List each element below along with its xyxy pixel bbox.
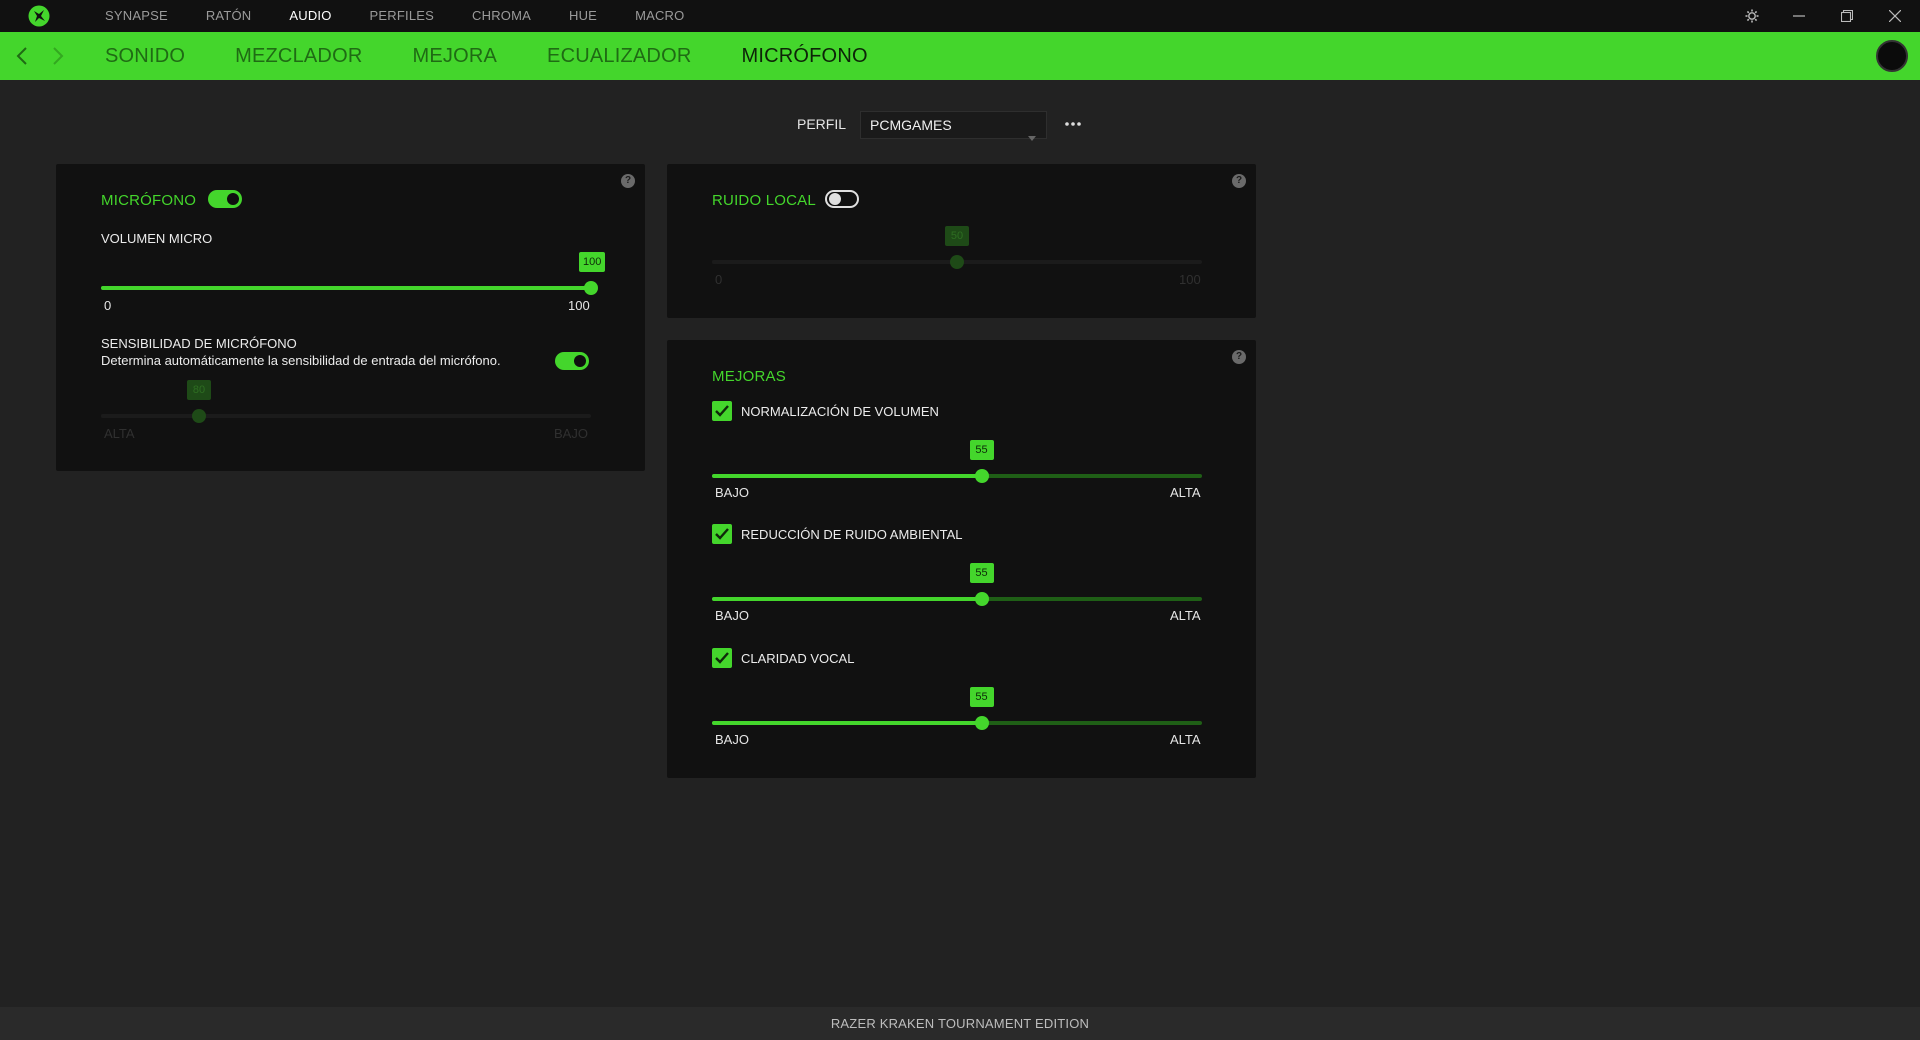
slider-min-label: BAJO (715, 608, 749, 623)
topnav-macro[interactable]: MACRO (616, 0, 703, 32)
enhancements-title: MEJORAS (712, 368, 786, 385)
profile-dropdown[interactable]: PCMGAMES (860, 111, 1047, 141)
back-arrow-icon[interactable] (16, 46, 28, 71)
slider-value-bubble: 50 (945, 226, 969, 246)
mic-sensitivity-title: SENSIBILIDAD DE MICRÓFONO (101, 336, 297, 351)
mic-volume-slider[interactable]: 100 (101, 252, 606, 298)
mic-volume-label: VOLUMEN MICRO (101, 231, 213, 246)
microphone-toggle[interactable] (208, 190, 242, 208)
microphone-title: MICRÓFONO (101, 192, 197, 209)
help-icon[interactable]: ? (1232, 174, 1246, 188)
slider-max-label: ALTA (1170, 732, 1201, 747)
status-footer: RAZER KRAKEN TOURNAMENT EDITION (0, 1007, 1920, 1040)
slider-min-label: 0 (715, 272, 723, 287)
slider-max-label: ALTA (1170, 485, 1201, 500)
slider-max-label: ALTA (1170, 608, 1201, 623)
slider-thumb[interactable] (974, 469, 989, 483)
slider-min-label: 0 (104, 298, 112, 313)
slider-max-label: 100 (1179, 272, 1201, 287)
topnav-raton[interactable]: RATÓN (187, 0, 271, 32)
volume-normalization-label: NORMALIZACIÓN DE VOLUMEN (741, 404, 939, 419)
slider-value-bubble: 55 (969, 440, 994, 460)
help-icon[interactable]: ? (621, 174, 635, 188)
vocal-clarity-label: CLARIDAD VOCAL (741, 651, 855, 666)
slider-min-label: BAJO (715, 485, 749, 500)
slider-thumb[interactable] (584, 281, 598, 295)
slider-value-bubble: 100 (579, 252, 606, 272)
side-tone-slider: 50 (712, 226, 1202, 272)
sub-tabs: SONIDO MEZCLADOR MEJORA ECUALIZADOR MICR… (105, 32, 918, 80)
settings-gear-icon[interactable] (1729, 0, 1775, 32)
tab-mejora[interactable]: MEJORA (412, 32, 497, 80)
slider-value-bubble: 80 (187, 380, 211, 400)
ambient-noise-reduction-slider[interactable]: 55 (712, 563, 1202, 609)
tab-microfono[interactable]: MICRÓFONO (741, 32, 867, 80)
mic-sensitivity-description: Determina automáticamente la sensibilida… (101, 353, 501, 368)
tab-sonido[interactable]: SONIDO (105, 32, 185, 80)
side-tone-toggle[interactable] (825, 190, 859, 208)
ambient-noise-reduction-label: REDUCCIÓN DE RUIDO AMBIENTAL (741, 527, 963, 542)
razer-logo-icon[interactable] (28, 5, 50, 27)
slider-max-label: BAJO (554, 426, 588, 441)
slider-value-bubble: 55 (969, 687, 994, 707)
minimize-icon[interactable] (1776, 0, 1822, 32)
close-icon[interactable] (1872, 0, 1918, 32)
slider-thumb[interactable] (974, 592, 989, 606)
more-options-icon[interactable] (1063, 114, 1083, 134)
mic-sensitivity-auto-toggle[interactable] (555, 352, 589, 370)
top-navigation: SYNAPSE RATÓN AUDIO PERFILES CHROMA HUE … (86, 0, 703, 32)
headset-device-icon[interactable] (1876, 40, 1908, 72)
volume-normalization-slider[interactable]: 55 (712, 440, 1202, 486)
microphone-panel: ? MICRÓFONO VOLUMEN MICRO 100 0 100 SENS… (56, 164, 645, 471)
forward-arrow-icon[interactable] (52, 46, 64, 71)
topnav-hue[interactable]: HUE (550, 0, 616, 32)
topnav-synapse[interactable]: SYNAPSE (86, 0, 187, 32)
slider-thumb (192, 409, 206, 423)
side-tone-title: RUIDO LOCAL (712, 192, 816, 209)
volume-normalization-checkbox[interactable] (712, 401, 732, 421)
title-bar: SYNAPSE RATÓN AUDIO PERFILES CHROMA HUE … (0, 0, 1920, 32)
help-icon[interactable]: ? (1232, 350, 1246, 364)
slider-min-label: ALTA (104, 426, 135, 441)
slider-thumb[interactable] (974, 716, 989, 730)
device-name: RAZER KRAKEN TOURNAMENT EDITION (830, 1016, 1090, 1031)
tab-mezclador[interactable]: MEZCLADOR (235, 32, 362, 80)
profile-selected-value: PCMGAMES (870, 117, 952, 133)
slider-max-label: 100 (568, 298, 590, 313)
chevron-down-icon (1028, 123, 1036, 149)
topnav-chroma[interactable]: CHROMA (453, 0, 550, 32)
enhancements-panel: ? MEJORAS NORMALIZACIÓN DE VOLUMEN 55 BA… (667, 340, 1256, 778)
tab-ecualizador[interactable]: ECUALIZADOR (547, 32, 691, 80)
slider-min-label: BAJO (715, 732, 749, 747)
maximize-icon[interactable] (1824, 0, 1870, 32)
topnav-perfiles[interactable]: PERFILES (351, 0, 453, 32)
vocal-clarity-slider[interactable]: 55 (712, 687, 1202, 733)
slider-thumb (950, 255, 964, 269)
vocal-clarity-checkbox[interactable] (712, 648, 732, 668)
audio-sub-navigation-bar: SONIDO MEZCLADOR MEJORA ECUALIZADOR MICR… (0, 32, 1920, 80)
topnav-audio[interactable]: AUDIO (270, 0, 350, 32)
mic-sensitivity-slider: 80 (101, 380, 591, 426)
ambient-noise-reduction-checkbox[interactable] (712, 524, 732, 544)
side-tone-panel: ? RUIDO LOCAL 50 0 100 (667, 164, 1256, 318)
profile-label: PERFIL (797, 116, 847, 132)
slider-value-bubble: 55 (969, 563, 994, 583)
